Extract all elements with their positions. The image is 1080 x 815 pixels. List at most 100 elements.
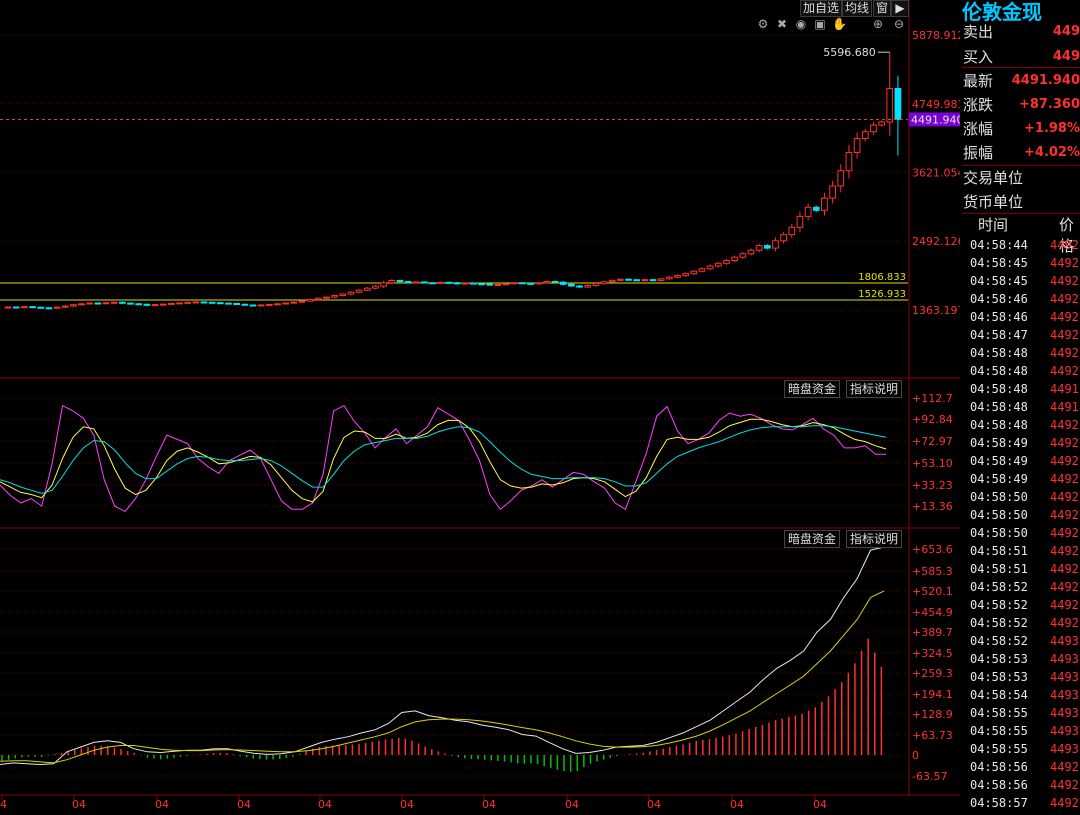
tick-time: 04:58:54 [970,688,1028,702]
tick-time: 04:58:52 [970,634,1028,648]
tick-price: 4493 [1050,742,1079,756]
moving-average-button[interactable]: 均线 [842,0,873,17]
candle-body [437,281,445,284]
tick-price: 4492 [1050,490,1079,504]
quote-label: 买入 [963,48,994,66]
candle-body [151,304,159,307]
add-to-watchlist-button[interactable]: 加自选 [800,0,843,17]
tick-row: 04:58:48 4492 [962,344,1080,362]
camera-icon[interactable]: ▣ [813,17,827,31]
hand-icon[interactable]: ✋ [832,17,847,31]
tick-time: 04:58:48 [970,400,1028,414]
chart-area[interactable]: 5878.912 4749.983 3621.054 2492.126 1363.197… [0,0,960,815]
tick-price: 4492 [1050,598,1079,612]
candle-body [282,302,290,305]
candle-body [600,281,608,284]
candle-body [298,300,306,303]
tick-time: 04:58:48 [970,346,1028,360]
indicator-help-button[interactable]: 指标说明 [846,380,903,398]
tick-time: 04:58:49 [970,436,1028,450]
candle-body [4,306,12,309]
tick-row: 04:58:45 4492 [962,272,1080,290]
tick-row: 04:58:46 4492 [962,290,1080,308]
arrow-right-icon[interactable]: ▶ [891,0,909,17]
quote-value: +4.02% [1024,145,1080,160]
candle-body [772,240,779,249]
candle-body [788,226,796,236]
eye-icon[interactable]: ◉ [794,17,808,31]
candle-body [208,301,216,304]
tick-time: 04:58:45 [970,256,1028,270]
quote-row-sell: 卖出 449 [962,20,1080,44]
secret-money-button[interactable]: 暗盘资金 [784,380,841,398]
tick-price: 4492 [1050,454,1079,468]
tick-price: 4492 [1050,274,1079,288]
candle-body [404,281,412,284]
candle-body [608,279,616,283]
candle-body [347,291,355,295]
quote-row-change-pct: 涨幅 +1.98% [962,117,1080,141]
macd-axis-label: +389.7 [912,626,953,639]
tick-price: 4492 [1050,418,1079,432]
candle-body [102,302,110,305]
tick-row: 04:58:50 4492 [962,488,1080,506]
candle-body [86,302,94,305]
tick-time: 04:58:51 [970,544,1028,558]
candle-body [894,88,902,120]
candle-body [747,249,755,255]
candle-body [372,285,379,289]
tick-time: 04:58:52 [970,580,1028,594]
osc-axis-label: +112.7 [912,392,953,405]
price-axis-label: 2492.126 [912,235,960,248]
candle-body [37,306,45,309]
candle-body [127,302,134,305]
tick-time: 04:58:50 [970,508,1028,522]
candle-body [502,283,510,286]
candle-body [388,279,396,284]
candle-body [698,268,706,272]
indicator-help-button-2[interactable]: 指标说明 [846,530,903,548]
tick-row: 04:58:52 4492 [962,614,1080,632]
candle-body [257,304,265,307]
tick-row: 04:58:44 4492 [962,236,1080,254]
trade-unit-row: 交易单位 [962,166,1080,190]
tick-time: 04:58:44 [970,238,1028,252]
quote-value: +1.98% [1024,121,1080,136]
tick-price: 4492 [1050,616,1079,630]
macd-axis-label: +585.3 [912,565,953,578]
osc-line-2 [0,425,887,494]
delete-icon[interactable]: ✖ [775,17,789,31]
candle-body [543,280,551,284]
gear-icon[interactable]: ⚙ [756,17,770,31]
x-axis-label: 04 [318,798,332,811]
candle-body [690,270,698,275]
tick-price: 4493 [1050,688,1079,702]
candle-body [780,234,787,242]
currency-unit-label: 货币单位 [963,193,1024,211]
candle-body [845,151,853,172]
tick-row: 04:58:52 4493 [962,632,1080,650]
tick-row: 04:58:45 4492 [962,254,1080,272]
zoom-out-icon[interactable]: ⊖ [892,17,906,31]
tick-row: 04:58:52 4492 [962,578,1080,596]
tick-price: 4492 [1050,364,1079,378]
price-axis-label: 5878.912 [912,29,960,42]
window-button[interactable]: 窗 [873,0,892,17]
tick-price: 4492 [1050,760,1079,774]
candle-body [339,293,347,297]
secret-money-button-2[interactable]: 暗盘资金 [784,530,841,548]
tick-row: 04:58:53 4493 [962,650,1080,668]
quote-value: 4491.940 [1011,73,1080,88]
tick-price: 4492 [1050,796,1079,810]
tick-row: 04:58:53 4493 [962,668,1080,686]
candle-body [804,206,812,217]
candle-body [755,245,763,251]
candle-body [200,301,208,304]
quote-label: 涨幅 [963,120,994,138]
zoom-in-icon[interactable]: ⊕ [871,17,885,31]
candle-body [731,256,739,262]
quote-label: 涨跌 [963,96,994,114]
candle-body [739,253,747,258]
tick-time: 04:58:55 [970,724,1028,738]
candle-body [167,302,175,305]
